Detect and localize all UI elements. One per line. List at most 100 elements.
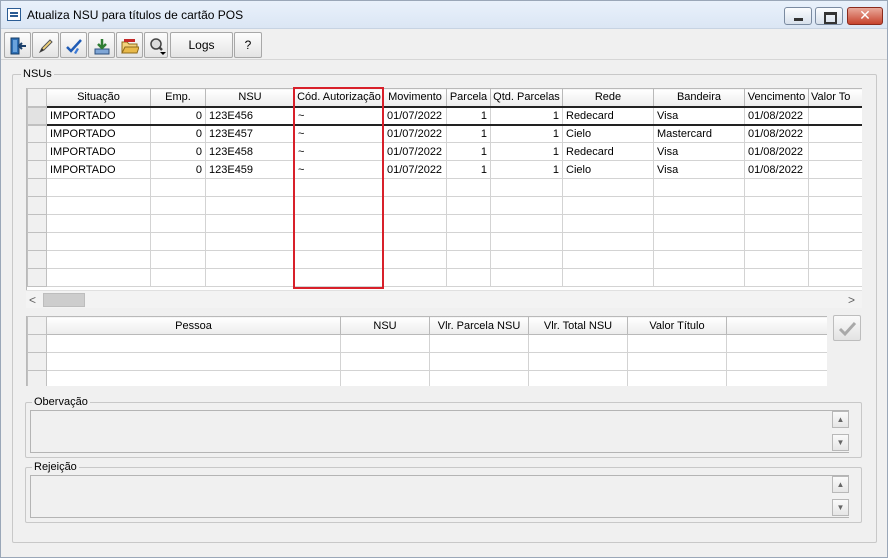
cell-situacao[interactable]: IMPORTADO bbox=[46, 124, 151, 143]
logs-button[interactable]: Logs bbox=[170, 32, 233, 58]
column-header[interactable]: Vlr. Parcela NSU bbox=[429, 316, 529, 335]
cell-movimento[interactable] bbox=[383, 178, 447, 197]
cell-qtd-parcelas[interactable]: 1 bbox=[490, 142, 563, 161]
cell-parcela[interactable]: 1 bbox=[446, 160, 491, 179]
cell-qtd-parcelas[interactable] bbox=[490, 268, 563, 287]
cell-situacao[interactable] bbox=[46, 178, 151, 197]
cell-movimento[interactable]: 01/07/2022 bbox=[383, 160, 447, 179]
scroll-up-icon[interactable]: ▲ bbox=[832, 411, 849, 428]
cell-nsu[interactable] bbox=[205, 214, 295, 233]
cell-qtd-parcelas[interactable] bbox=[490, 178, 563, 197]
table-row[interactable] bbox=[27, 196, 862, 215]
cell-qtd-parcelas[interactable]: 1 bbox=[490, 124, 563, 143]
cell-parcela[interactable]: 1 bbox=[446, 142, 491, 161]
cell-rede[interactable] bbox=[562, 250, 654, 269]
row-indicator[interactable] bbox=[27, 160, 47, 179]
cell-movimento[interactable]: 01/07/2022 bbox=[383, 105, 447, 126]
cell-valor[interactable]: 45 bbox=[808, 142, 862, 161]
cell-bandeira[interactable]: Visa bbox=[653, 160, 745, 179]
rejeicao-scrollbar[interactable]: ▲ ▼ bbox=[832, 476, 849, 517]
cell-parcela[interactable] bbox=[446, 196, 491, 215]
cell-parcela[interactable] bbox=[446, 232, 491, 251]
cell-movimento[interactable]: 01/07/2022 bbox=[383, 124, 447, 143]
row-indicator[interactable] bbox=[27, 142, 47, 161]
table-row[interactable]: IMPORTADO 0 123E457 ~01/07/2022 1 1 Cielo Maste… bbox=[27, 124, 862, 143]
cell-qtd-parcelas[interactable]: 1 bbox=[490, 160, 563, 179]
rejeicao-textarea[interactable] bbox=[30, 475, 849, 518]
cell-situacao[interactable] bbox=[46, 214, 151, 233]
column-header[interactable]: Valor Título bbox=[627, 316, 727, 335]
cell-parcela[interactable] bbox=[446, 214, 491, 233]
column-header[interactable]: Qtd. Parcelas bbox=[490, 88, 563, 107]
cell-cod-aut[interactable]: ~ bbox=[294, 105, 384, 126]
cell-emp[interactable] bbox=[150, 178, 206, 197]
cell-movimento[interactable] bbox=[383, 232, 447, 251]
cell-parcela[interactable]: 1 bbox=[446, 105, 491, 126]
column-header[interactable]: Valor To bbox=[808, 88, 862, 107]
search-options-button[interactable] bbox=[144, 32, 168, 58]
cell-parcela[interactable] bbox=[446, 250, 491, 269]
column-header[interactable]: Pessoa bbox=[46, 316, 341, 335]
cell-qtd-parcelas[interactable] bbox=[490, 196, 563, 215]
column-header[interactable]: NSU bbox=[340, 316, 430, 335]
cell-rede[interactable]: Redecard bbox=[562, 142, 654, 161]
cell-cod-aut[interactable] bbox=[294, 232, 384, 251]
cell-nsu[interactable] bbox=[205, 178, 295, 197]
confirm-pessoa-button[interactable] bbox=[833, 315, 861, 341]
maximize-button[interactable] bbox=[815, 7, 843, 25]
cell-vencimento[interactable] bbox=[744, 268, 809, 287]
cell-vencimento[interactable] bbox=[744, 250, 809, 269]
table-row[interactable] bbox=[27, 268, 862, 287]
table-row[interactable] bbox=[27, 214, 862, 233]
cell-qtd-parcelas[interactable]: 1 bbox=[490, 105, 563, 126]
cell-nsu[interactable]: 123E459 bbox=[205, 160, 295, 179]
cell-situacao[interactable] bbox=[46, 268, 151, 287]
cell-rede[interactable] bbox=[562, 214, 654, 233]
cell-cod-aut[interactable] bbox=[294, 214, 384, 233]
cell-vencimento[interactable]: 01/08/2022 bbox=[744, 124, 809, 143]
column-header[interactable]: Bandeira bbox=[653, 88, 745, 107]
column-header[interactable]: Rede bbox=[562, 88, 654, 107]
row-indicator[interactable] bbox=[27, 105, 47, 126]
cell-parcela[interactable] bbox=[446, 178, 491, 197]
cell-vencimento[interactable] bbox=[744, 214, 809, 233]
cell-cod-aut[interactable] bbox=[294, 250, 384, 269]
cell-movimento[interactable] bbox=[383, 268, 447, 287]
minimize-button[interactable] bbox=[784, 7, 812, 25]
column-header[interactable]: Cód. Autorização bbox=[294, 88, 384, 107]
row-indicator[interactable] bbox=[27, 124, 47, 143]
cell-cod-aut[interactable] bbox=[294, 178, 384, 197]
cell-valor[interactable]: 445 bbox=[808, 105, 862, 126]
cell-nsu[interactable]: 123E458 bbox=[205, 142, 295, 161]
cell-situacao[interactable] bbox=[46, 196, 151, 215]
cell-bandeira[interactable]: Mastercard bbox=[653, 124, 745, 143]
cell-vencimento[interactable]: 01/08/2022 bbox=[744, 142, 809, 161]
table-row[interactable] bbox=[27, 370, 827, 386]
cell-parcela[interactable] bbox=[446, 268, 491, 287]
cell-valor[interactable]: 15 bbox=[808, 160, 862, 179]
cell-valor[interactable] bbox=[808, 178, 862, 197]
row-indicator[interactable] bbox=[27, 178, 47, 197]
scroll-up-icon[interactable]: ▲ bbox=[832, 476, 849, 493]
cell-emp[interactable]: 0 bbox=[150, 142, 206, 161]
cell-qtd-parcelas[interactable] bbox=[490, 214, 563, 233]
cell-emp[interactable] bbox=[150, 232, 206, 251]
cell-emp[interactable] bbox=[150, 250, 206, 269]
table-row[interactable]: IMPORTADO 0 123E459 ~01/07/2022 1 1 Cielo Visa 0… bbox=[27, 160, 862, 179]
cell-bandeira[interactable] bbox=[653, 232, 745, 251]
cell-vencimento[interactable] bbox=[744, 232, 809, 251]
nsus-horizontal-scrollbar[interactable]: < > bbox=[26, 290, 862, 308]
help-button[interactable]: ? bbox=[234, 32, 262, 58]
observacao-textarea[interactable] bbox=[30, 410, 849, 453]
cell-bandeira[interactable] bbox=[653, 196, 745, 215]
edit-button[interactable] bbox=[32, 32, 59, 58]
row-indicator[interactable] bbox=[27, 196, 47, 215]
row-indicator[interactable] bbox=[27, 250, 47, 269]
column-header[interactable]: Parcela bbox=[446, 88, 491, 107]
cell-rede[interactable]: Cielo bbox=[562, 124, 654, 143]
close-button[interactable]: ✕ bbox=[847, 7, 883, 25]
cell-movimento[interactable] bbox=[383, 214, 447, 233]
table-row[interactable] bbox=[27, 352, 827, 371]
cell-vencimento[interactable] bbox=[744, 178, 809, 197]
cell-vencimento[interactable]: 01/08/2022 bbox=[744, 105, 809, 126]
